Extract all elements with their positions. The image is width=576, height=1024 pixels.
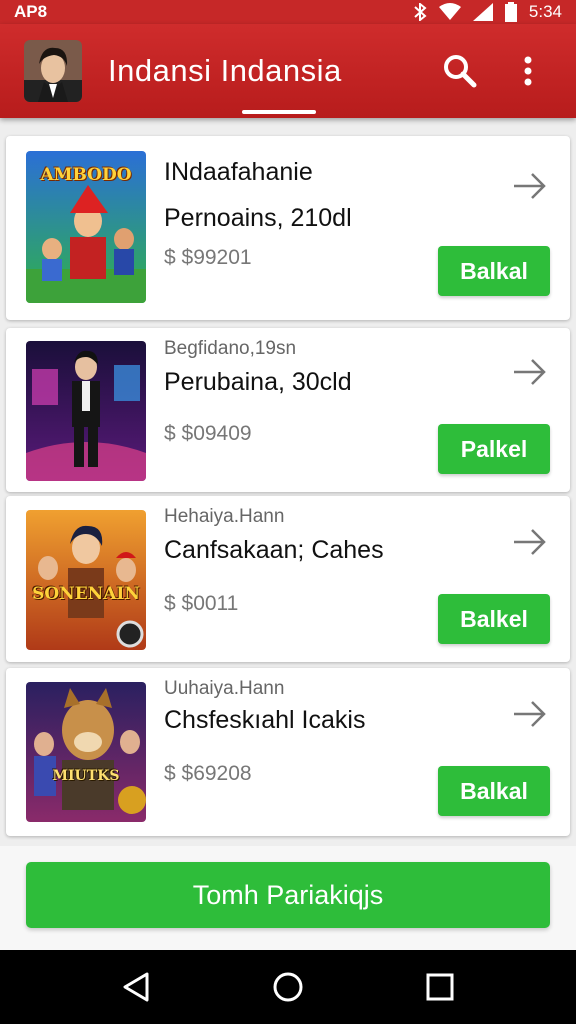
thumbnail-title: SONENAIN [32, 584, 140, 604]
game-thumbnail[interactable]: AMBODO [26, 151, 146, 303]
overflow-menu-button[interactable] [504, 47, 552, 95]
status-carrier: AP8 [14, 2, 48, 21]
back-button[interactable] [106, 957, 166, 1017]
list-item[interactable]: MIUTKS Uuhaiya.Hann Chsfeskıahl Icakis $… [6, 668, 570, 836]
game-thumbnail[interactable] [26, 341, 146, 481]
item-price: $ $99201 [164, 246, 252, 269]
arrow-right-icon[interactable] [512, 526, 548, 558]
app-bar: Indansi Indansia [0, 24, 576, 118]
item-name: Pernoains, 210dl [164, 204, 352, 232]
item-price: $ $0011 [164, 592, 239, 615]
arrow-right-icon[interactable] [512, 698, 548, 730]
home-circle-icon [273, 972, 303, 1002]
buy-button[interactable]: Balkal [438, 766, 550, 816]
item-subtitle: Hehaiya.Hann [164, 506, 285, 527]
item-name: Chsfeskıahl Icakis [164, 706, 366, 734]
primary-action-button[interactable]: Tomh Pariakiqjs [26, 862, 550, 928]
status-bar: AP8 5:34 [0, 0, 576, 24]
system-nav-bar [0, 950, 576, 1024]
item-name: Perubaina, 30cld [164, 368, 352, 396]
arrow-right-icon[interactable] [512, 356, 548, 388]
search-button[interactable] [436, 47, 484, 95]
buy-button[interactable]: Balkal [438, 246, 550, 296]
buy-button[interactable]: Palkel [438, 424, 550, 474]
status-time: 5:34 [528, 2, 562, 21]
back-triangle-icon [123, 972, 149, 1002]
home-button[interactable] [258, 957, 318, 1017]
item-price: $ $09409 [164, 422, 252, 445]
avatar[interactable] [24, 40, 82, 102]
thumbnail-title: MIUTKS [52, 768, 120, 784]
item-title: INdaafahanie [164, 158, 313, 186]
status-icons: 5:34 [413, 2, 562, 22]
wifi-icon [438, 3, 461, 20]
signal-icon [472, 3, 493, 21]
thumbnail-title: AMBODO [40, 165, 132, 185]
list-item[interactable]: Begfidano,19sn Perubaina, 30cld $ $09409… [6, 328, 570, 492]
app-title: Indansi Indansia [108, 53, 342, 88]
recents-square-icon [426, 973, 454, 1001]
search-icon [444, 55, 477, 88]
game-thumbnail[interactable]: SONENAIN [26, 510, 146, 650]
item-subtitle: Begfidano,19sn [164, 338, 297, 359]
item-price: $ $69208 [164, 762, 252, 785]
list-item[interactable]: AMBODO INdaafahanie Pernoains, 210dl $ $… [6, 136, 570, 320]
item-name: Canfsakaan; Cahes [164, 536, 384, 564]
active-tab-indicator [242, 110, 316, 114]
list-item[interactable]: SONENAIN Hehaiya.Hann Canfsakaan; Cahes … [6, 496, 570, 662]
recents-button[interactable] [410, 957, 470, 1017]
game-thumbnail[interactable]: MIUTKS [26, 682, 146, 822]
buy-button[interactable]: Balkel [438, 594, 550, 644]
bluetooth-icon [414, 3, 427, 21]
arrow-right-icon[interactable] [512, 170, 548, 202]
battery-icon [504, 2, 517, 22]
more-vert-icon [524, 56, 532, 86]
item-subtitle: Uuhaiya.Hann [164, 678, 285, 699]
